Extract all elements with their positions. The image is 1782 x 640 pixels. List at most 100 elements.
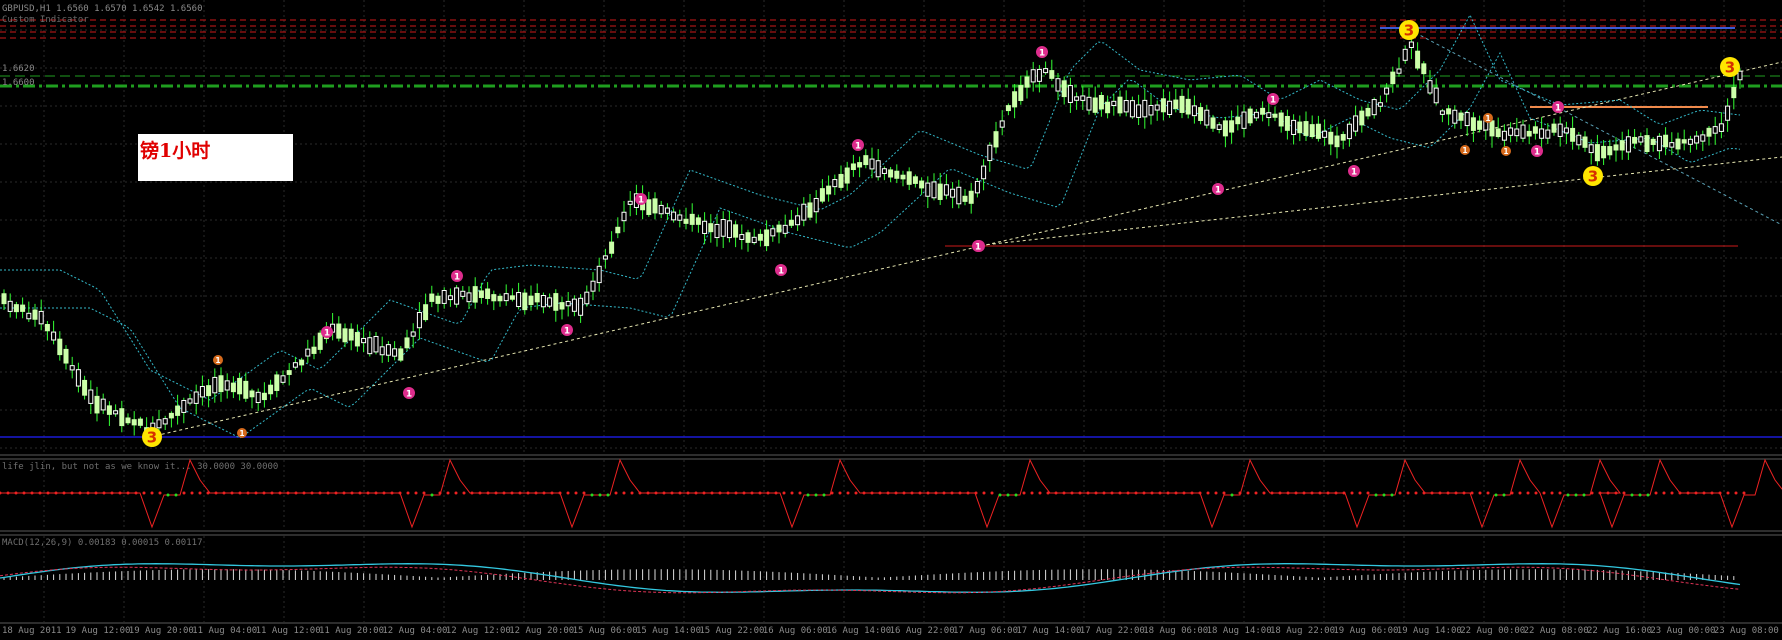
candle bbox=[441, 289, 447, 304]
oscillator-dot bbox=[582, 491, 586, 495]
price-chart[interactable]: 111111111111111111113333 bbox=[0, 0, 1782, 640]
candle bbox=[497, 295, 503, 302]
oscillator-dot bbox=[1030, 491, 1034, 495]
pink-marker: 1 bbox=[852, 139, 864, 151]
orange-marker-label: 1 bbox=[1462, 146, 1467, 155]
oscillator-dot bbox=[1726, 491, 1730, 495]
candle bbox=[1489, 120, 1495, 137]
oscillator-dot bbox=[622, 491, 626, 495]
oscillator-dot bbox=[78, 491, 82, 495]
candle bbox=[503, 293, 509, 302]
candle bbox=[342, 328, 348, 343]
candle bbox=[807, 202, 813, 218]
candle bbox=[844, 167, 850, 184]
candle bbox=[596, 265, 602, 284]
oscillator-dot bbox=[710, 491, 714, 495]
orange-marker: 1 bbox=[1483, 113, 1493, 123]
oscillator-dot bbox=[262, 491, 266, 495]
candle bbox=[931, 181, 937, 199]
oscillator-dot bbox=[934, 491, 938, 495]
candle bbox=[1706, 127, 1712, 137]
candle bbox=[1669, 142, 1675, 148]
candle bbox=[875, 160, 881, 178]
oscillator-dot bbox=[190, 491, 194, 495]
candle bbox=[1570, 127, 1576, 142]
oscillator-dot bbox=[662, 491, 666, 495]
candle bbox=[993, 131, 999, 148]
price-levels bbox=[0, 19, 1782, 438]
oscillator-dot bbox=[1438, 491, 1442, 495]
candle bbox=[1353, 115, 1359, 132]
candle bbox=[1526, 130, 1532, 137]
trend-line bbox=[149, 61, 1782, 438]
candle bbox=[677, 214, 683, 221]
candles bbox=[1, 30, 1743, 436]
candle bbox=[168, 412, 174, 419]
candle bbox=[652, 198, 658, 214]
candle bbox=[75, 369, 81, 387]
candle bbox=[1501, 130, 1507, 141]
candle bbox=[1043, 68, 1049, 74]
pink-marker: 1 bbox=[1531, 145, 1543, 157]
oscillator-dot bbox=[1070, 491, 1074, 495]
candle bbox=[57, 338, 63, 356]
candle bbox=[1036, 68, 1042, 82]
candle bbox=[1458, 112, 1464, 121]
candle bbox=[1142, 99, 1148, 118]
candle bbox=[757, 233, 763, 241]
oscillator-dot bbox=[1486, 491, 1490, 495]
oscillator-dot bbox=[1270, 491, 1274, 495]
candle bbox=[1030, 69, 1036, 83]
candle bbox=[237, 377, 243, 395]
time-axis-label: 22 Aug 08:00 bbox=[1523, 626, 1589, 636]
chart-window[interactable]: 111111111111111111113333 GBPUSD,H1 1.656… bbox=[0, 0, 1782, 640]
candle bbox=[1415, 50, 1421, 69]
candle bbox=[1663, 134, 1669, 148]
candle bbox=[1229, 120, 1235, 133]
candle bbox=[547, 297, 553, 307]
pink-marker: 1 bbox=[1552, 101, 1564, 113]
candle bbox=[1272, 113, 1278, 118]
oscillator-dot bbox=[598, 493, 602, 497]
candle bbox=[1210, 117, 1216, 129]
oscillator-dot bbox=[238, 491, 242, 495]
candle bbox=[1074, 96, 1080, 101]
oscillator-dot bbox=[22, 491, 26, 495]
oscillator-dot bbox=[278, 491, 282, 495]
candle bbox=[702, 220, 708, 234]
oscillator-caption: life jlin, but not as we know it... 30.0… bbox=[2, 462, 279, 472]
oscillator-dot bbox=[566, 491, 570, 495]
candle bbox=[1173, 99, 1179, 109]
candle bbox=[1024, 76, 1030, 88]
candle bbox=[1390, 71, 1396, 85]
oscillator-dot bbox=[110, 491, 114, 495]
candle bbox=[280, 375, 286, 383]
candle bbox=[466, 292, 472, 303]
pink-marker: 1 bbox=[1036, 46, 1048, 58]
oscillator-dot bbox=[1086, 491, 1090, 495]
oscillator-dot bbox=[246, 491, 250, 495]
candle bbox=[621, 211, 627, 222]
candle bbox=[1111, 100, 1117, 107]
time-axis-label: 16 Aug 22:00 bbox=[889, 626, 955, 636]
oscillator-dot bbox=[1126, 491, 1130, 495]
oscillator-dot bbox=[918, 491, 922, 495]
candle bbox=[460, 290, 466, 297]
oscillator-dot bbox=[1430, 491, 1434, 495]
candle bbox=[764, 229, 770, 247]
candle bbox=[1222, 120, 1228, 137]
candle bbox=[1588, 144, 1594, 154]
trend-line bbox=[974, 156, 1782, 247]
oscillator-dot bbox=[894, 491, 898, 495]
annotation-box[interactable]: 镑1小时 bbox=[138, 134, 293, 181]
symbol-header: GBPUSD,H1 1.6560 1.6570 1.6542 1.6560 bbox=[2, 4, 203, 14]
candle bbox=[1477, 120, 1483, 130]
candle bbox=[230, 382, 236, 393]
candle bbox=[943, 184, 949, 196]
oscillator-dot bbox=[30, 491, 34, 495]
oscillator-dot bbox=[1510, 491, 1514, 495]
oscillator-dot bbox=[1286, 491, 1290, 495]
oscillator-dot bbox=[1654, 491, 1658, 495]
oscillator-dot bbox=[1158, 491, 1162, 495]
candle bbox=[1439, 110, 1445, 115]
